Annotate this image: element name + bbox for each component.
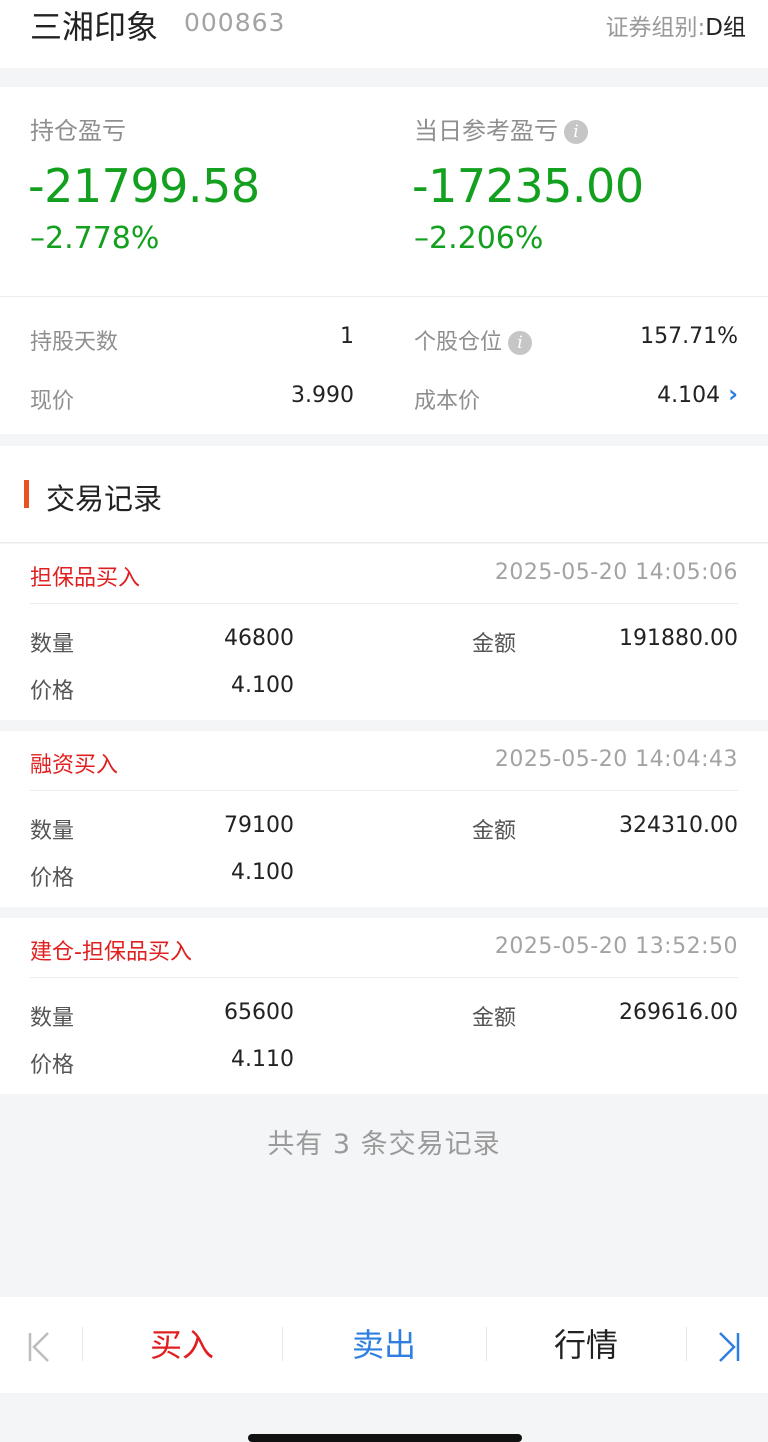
trade-type: 建仓-担保品买入 <box>30 940 192 965</box>
position-ratio-label: 个股仓位 i <box>414 324 533 356</box>
quantity-value: 79100 <box>224 813 294 838</box>
bottom-action-bar: 买入 卖出 行情 <box>0 1297 768 1393</box>
info-icon[interactable]: i <box>508 331 533 355</box>
cost-price-label: 成本价 <box>414 389 481 414</box>
first-page-button[interactable] <box>0 1297 80 1393</box>
summary-divider <box>0 296 768 297</box>
last-page-button[interactable] <box>687 1297 768 1393</box>
current-price-label: 现价 <box>30 389 75 414</box>
position-pl-percent: –2.778% <box>30 221 160 256</box>
security-group[interactable]: 证券组别:D组 <box>606 8 746 42</box>
stock-name: 三湘印象 <box>30 8 159 46</box>
security-group-value: D组 <box>705 15 746 41</box>
amount-value: 269616.00 <box>619 1000 738 1025</box>
section-accent-bar <box>24 480 29 508</box>
quantity-value: 46800 <box>224 626 294 651</box>
price-label: 价格 <box>30 1053 75 1078</box>
security-group-label: 证券组别: <box>605 15 706 41</box>
price-value: 4.110 <box>231 1047 294 1072</box>
daily-pl-title: 当日参考盈亏 i <box>414 111 588 146</box>
trade-time: 2025-05-20 14:05:06 <box>494 560 738 585</box>
record-divider <box>30 977 738 978</box>
position-pl-value: -21799.58 <box>28 159 260 213</box>
amount-value: 191880.00 <box>619 626 738 651</box>
sell-button[interactable]: 卖出 <box>283 1297 485 1393</box>
hold-days-label: 持股天数 <box>30 330 119 355</box>
trade-records-title: 交易记录 <box>46 482 163 516</box>
trade-type: 担保品买入 <box>30 566 141 591</box>
trade-records-header: 交易记录 <box>0 446 768 543</box>
quantity-label: 数量 <box>30 1006 75 1031</box>
trade-type: 融资买入 <box>30 753 119 778</box>
quantity-label: 数量 <box>30 819 75 844</box>
trade-time: 2025-05-20 13:52:50 <box>494 934 738 959</box>
header: 三湘印象 000863 证券组别:D组 <box>0 0 768 68</box>
position-ratio-label-text: 个股仓位 <box>414 330 503 355</box>
position-pl-title: 持仓盈亏 <box>30 117 126 145</box>
trade-record[interactable]: 建仓-担保品买入 2025-05-20 13:52:50 数量 65600 金额… <box>0 918 768 1094</box>
hold-days-value: 1 <box>340 324 354 349</box>
amount-label: 金额 <box>472 632 517 657</box>
daily-pl-percent: –2.206% <box>414 221 544 256</box>
trade-time: 2025-05-20 14:04:43 <box>494 747 738 772</box>
info-icon[interactable]: i <box>564 120 588 144</box>
position-ratio-value: 157.71% <box>640 324 738 349</box>
current-price-value: 3.990 <box>291 383 354 408</box>
skip-first-icon <box>28 1332 49 1362</box>
home-indicator[interactable] <box>248 1434 522 1442</box>
quote-button[interactable]: 行情 <box>487 1297 685 1393</box>
amount-label: 金额 <box>472 819 517 844</box>
stock-code: 000863 <box>184 8 286 37</box>
record-divider <box>30 603 738 604</box>
price-value: 4.100 <box>231 860 294 885</box>
quantity-label: 数量 <box>30 632 75 657</box>
price-label: 价格 <box>30 679 75 704</box>
skip-last-icon <box>718 1332 739 1362</box>
record-divider <box>30 790 738 791</box>
position-summary: 持仓盈亏 -21799.58 –2.778% 当日参考盈亏 i -17235.00… <box>0 87 768 434</box>
daily-pl-title-text: 当日参考盈亏 <box>414 117 558 145</box>
chevron-right-icon: › <box>728 380 738 408</box>
trade-record[interactable]: 担保品买入 2025-05-20 14:05:06 数量 46800 金额 19… <box>0 544 768 720</box>
record-count-note: 共有 3 条交易记录 <box>267 1129 501 1160</box>
quantity-value: 65600 <box>224 1000 294 1025</box>
cost-price-value: 4.104 <box>657 383 721 408</box>
daily-pl-value: -17235.00 <box>412 159 644 213</box>
trade-record[interactable]: 融资买入 2025-05-20 14:04:43 数量 79100 金额 324… <box>0 731 768 907</box>
buy-button[interactable]: 买入 <box>83 1297 281 1393</box>
amount-label: 金额 <box>472 1006 517 1031</box>
amount-value: 324310.00 <box>619 813 738 838</box>
price-value: 4.100 <box>231 673 294 698</box>
cost-price-link[interactable]: 4.104 › <box>657 380 738 408</box>
price-label: 价格 <box>30 866 75 891</box>
